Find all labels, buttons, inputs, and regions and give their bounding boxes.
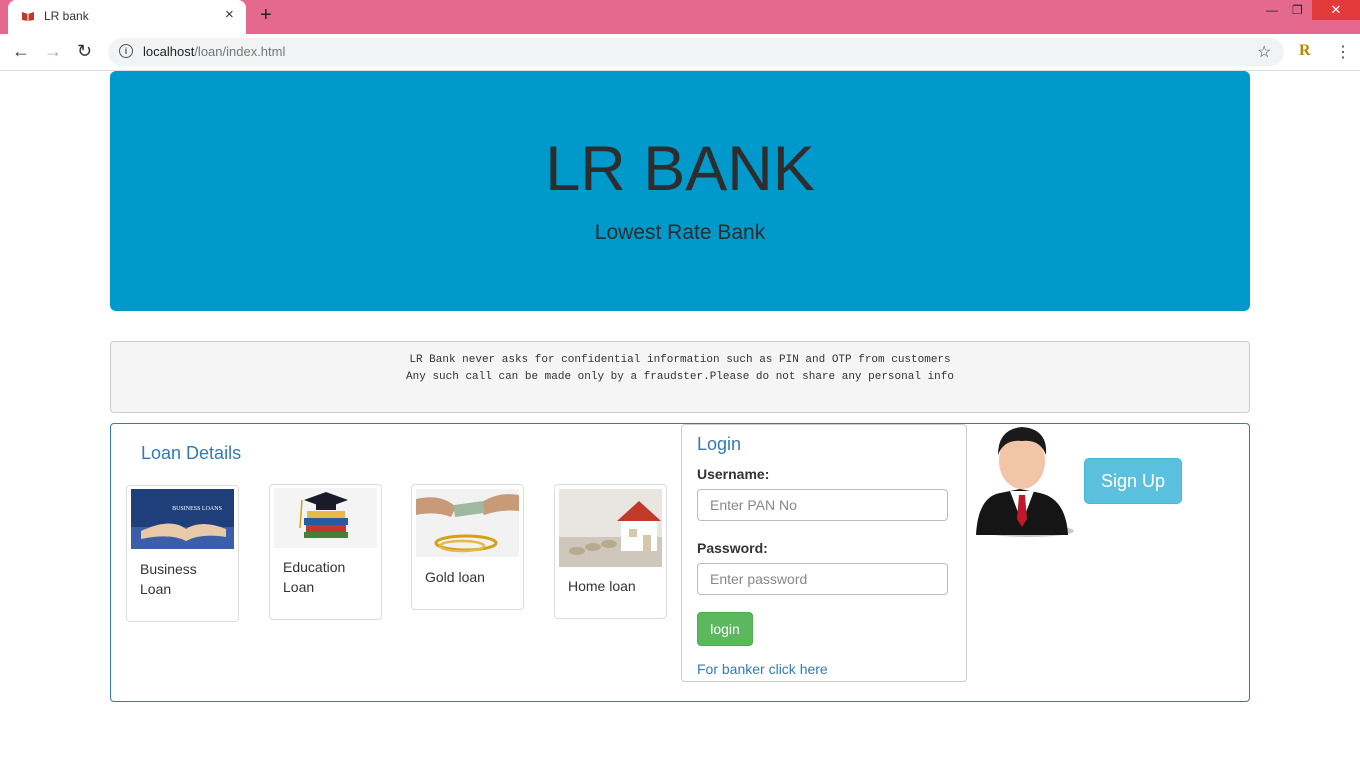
reload-icon[interactable]: ↻ <box>77 41 92 62</box>
close-tab-icon[interactable]: × <box>225 6 234 23</box>
gold-loan-image <box>416 489 519 557</box>
password-input[interactable] <box>697 563 948 595</box>
home-loan-image <box>559 489 662 567</box>
restore-icon[interactable]: ❐ <box>1292 3 1303 17</box>
username-label: Username: <box>697 466 770 482</box>
loan-label: Loan <box>140 581 172 597</box>
url-host: localhost <box>143 44 195 59</box>
username-input[interactable] <box>697 489 948 521</box>
login-heading: Login <box>697 434 742 454</box>
minimize-icon[interactable]: — <box>1266 3 1278 17</box>
notice-line-2: Any such call can be made only by a frau… <box>406 371 954 383</box>
site-info-icon[interactable]: i <box>119 44 133 58</box>
extension-icon[interactable]: R <box>1299 42 1311 60</box>
page-subtitle: Lowest Rate Bank <box>594 221 766 244</box>
sign-up-button[interactable]: Sign Up <box>1084 458 1182 504</box>
notice-line-1: LR Bank never asks for confidential info… <box>409 354 951 366</box>
forward-icon[interactable]: → <box>44 41 62 62</box>
banker-login-link[interactable]: For banker click here <box>697 661 828 677</box>
bank-header: LR BANK Lowest Rate Bank <box>110 71 1250 311</box>
login-button[interactable]: login <box>697 612 753 646</box>
tab-title: LR bank <box>44 9 89 23</box>
browser-tab[interactable]: LR bank × <box>8 0 246 34</box>
back-icon[interactable]: ← <box>12 41 30 62</box>
browser-menu-icon[interactable]: ⋮ <box>1335 42 1351 62</box>
password-label: Password: <box>697 540 768 556</box>
loan-label: Gold loan <box>425 569 485 585</box>
url-path: /loan/index.html <box>194 44 286 59</box>
book-icon <box>22 12 34 21</box>
security-notice: LR Bank never asks for confidential info… <box>110 341 1250 413</box>
user-avatar-icon <box>976 427 1074 537</box>
window-close-icon[interactable]: ✕ <box>1312 0 1360 20</box>
loan-card-education[interactable]: Education Loan <box>269 484 382 620</box>
business-loan-image-text: BUSINESS LOANS <box>172 506 222 512</box>
business-loan-image: BUSINESS LOANS <box>131 489 234 549</box>
education-loan-image <box>274 488 377 548</box>
new-tab-icon[interactable]: + <box>260 4 272 27</box>
loan-details-heading: Loan Details <box>141 443 242 463</box>
page-title: LR BANK <box>545 134 815 204</box>
loan-label: Education <box>283 559 346 575</box>
loan-card-home[interactable]: Home loan <box>554 484 667 619</box>
loan-card-business[interactable]: BUSINESS LOANS Business Loan <box>126 485 239 622</box>
loan-label: Loan <box>283 579 315 595</box>
loan-card-gold[interactable]: Gold loan <box>411 484 524 610</box>
bookmark-star-icon[interactable]: ☆ <box>1257 42 1271 62</box>
url-text[interactable]: localhost/loan/index.html <box>143 44 285 59</box>
loan-label: Home loan <box>568 578 636 594</box>
loan-label: Business <box>140 561 197 577</box>
